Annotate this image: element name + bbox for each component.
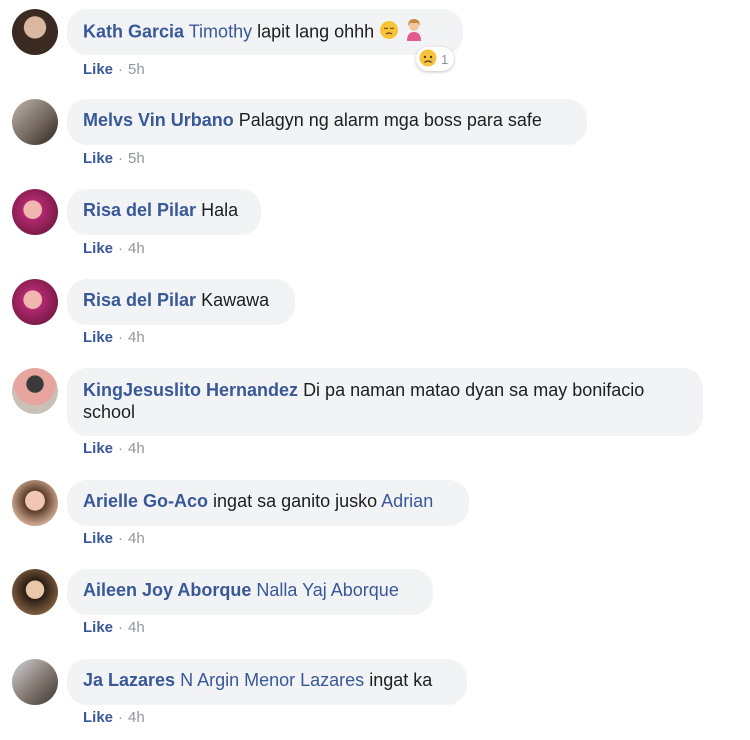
avatar[interactable]: [12, 279, 58, 325]
timestamp[interactable]: 5h: [128, 61, 145, 78]
comment-text: ingat ka: [369, 670, 433, 690]
comment-meta: Like · 4h: [83, 619, 145, 636]
commenter-name[interactable]: KingJesuslito Hernandez: [83, 380, 298, 400]
pensive-face-icon: [379, 20, 399, 45]
like-link[interactable]: Like: [83, 709, 113, 726]
comment-meta: Like · 5h: [83, 61, 145, 78]
tagged-user[interactable]: Nalla Yaj Aborque: [256, 580, 398, 600]
comment-text: Di pa naman matao dyan sa may bonifacio: [303, 380, 645, 400]
comment-text: Palagyn ng alarm mga boss para safe: [238, 110, 542, 130]
separator-dot: ·: [118, 61, 124, 78]
avatar[interactable]: [12, 659, 58, 705]
comment-bubble: Melvs Vin Urbano Palagyn ng alarm mga bo…: [67, 99, 587, 145]
comment-bubble: Risa del Pilar Hala: [67, 189, 261, 235]
timestamp[interactable]: 4h: [128, 619, 145, 636]
comment-meta: Like · 4h: [83, 530, 145, 547]
avatar[interactable]: [12, 480, 58, 526]
comment-bubble: Arielle Go-Aco ingat sa ganito jusko Adr…: [67, 480, 469, 526]
comment-bubble: Risa del Pilar Kawawa: [67, 279, 295, 325]
commenter-name[interactable]: Melvs Vin Urbano: [83, 110, 234, 130]
like-link[interactable]: Like: [83, 61, 113, 78]
commenter-name[interactable]: Kath Garcia: [83, 21, 184, 41]
commenter-name[interactable]: Arielle Go-Aco: [83, 491, 208, 511]
separator-dot: ·: [118, 530, 124, 547]
avatar[interactable]: [12, 9, 58, 55]
commenter-name[interactable]: Risa del Pilar: [83, 290, 196, 310]
comment-text-continued: school: [83, 402, 136, 422]
comment-bubble: Ja Lazares N Argin Menor Lazares ingat k…: [67, 659, 467, 705]
separator-dot: ·: [118, 240, 124, 257]
separator-dot: ·: [118, 440, 124, 457]
avatar[interactable]: [12, 99, 58, 145]
timestamp[interactable]: 4h: [128, 440, 145, 457]
timestamp[interactable]: 4h: [128, 530, 145, 547]
tagged-user[interactable]: N Argin Menor Lazares: [180, 670, 364, 690]
separator-dot: ·: [118, 329, 124, 346]
avatar[interactable]: [12, 569, 58, 615]
reaction-badge[interactable]: 1: [416, 47, 455, 71]
like-link[interactable]: Like: [83, 150, 113, 167]
reaction-count: 1: [441, 51, 449, 67]
comment-meta: Like · 4h: [83, 329, 145, 346]
commenter-name[interactable]: Aileen Joy Aborque: [83, 580, 251, 600]
commenter-name[interactable]: Ja Lazares: [83, 670, 175, 690]
comment-meta: Like · 4h: [83, 440, 145, 457]
separator-dot: ·: [118, 619, 124, 636]
comment-meta: Like · 4h: [83, 240, 145, 257]
avatar[interactable]: [12, 368, 58, 414]
comment-text: ingat sa ganito jusko: [213, 491, 378, 511]
like-link[interactable]: Like: [83, 240, 113, 257]
timestamp[interactable]: 4h: [128, 240, 145, 257]
like-link[interactable]: Like: [83, 440, 113, 457]
comment-text: Hala: [201, 200, 239, 220]
comment-bubble: Aileen Joy Aborque Nalla Yaj Aborque: [67, 569, 433, 615]
person-gesturing-icon: [404, 19, 424, 46]
tagged-user[interactable]: Timothy: [189, 21, 252, 41]
timestamp[interactable]: 5h: [128, 150, 145, 167]
separator-dot: ·: [118, 150, 124, 167]
comment-text: lapit lang ohhh: [257, 21, 375, 42]
comment-bubble: Kath Garcia Timothy lapit lang ohhh: [67, 9, 463, 55]
comment-meta: Like · 4h: [83, 709, 145, 726]
comment-text: Kawawa: [201, 290, 270, 310]
commenter-name[interactable]: Risa del Pilar: [83, 200, 196, 220]
sad-reaction-icon: [419, 49, 437, 70]
timestamp[interactable]: 4h: [128, 329, 145, 346]
separator-dot: ·: [118, 709, 124, 726]
comment-meta: Like · 5h: [83, 150, 145, 167]
like-link[interactable]: Like: [83, 530, 113, 547]
comment-bubble: KingJesuslito Hernandez Di pa naman mata…: [67, 368, 703, 436]
avatar[interactable]: [12, 189, 58, 235]
like-link[interactable]: Like: [83, 329, 113, 346]
tagged-user[interactable]: Adrian: [381, 491, 433, 511]
timestamp[interactable]: 4h: [128, 709, 145, 726]
like-link[interactable]: Like: [83, 619, 113, 636]
